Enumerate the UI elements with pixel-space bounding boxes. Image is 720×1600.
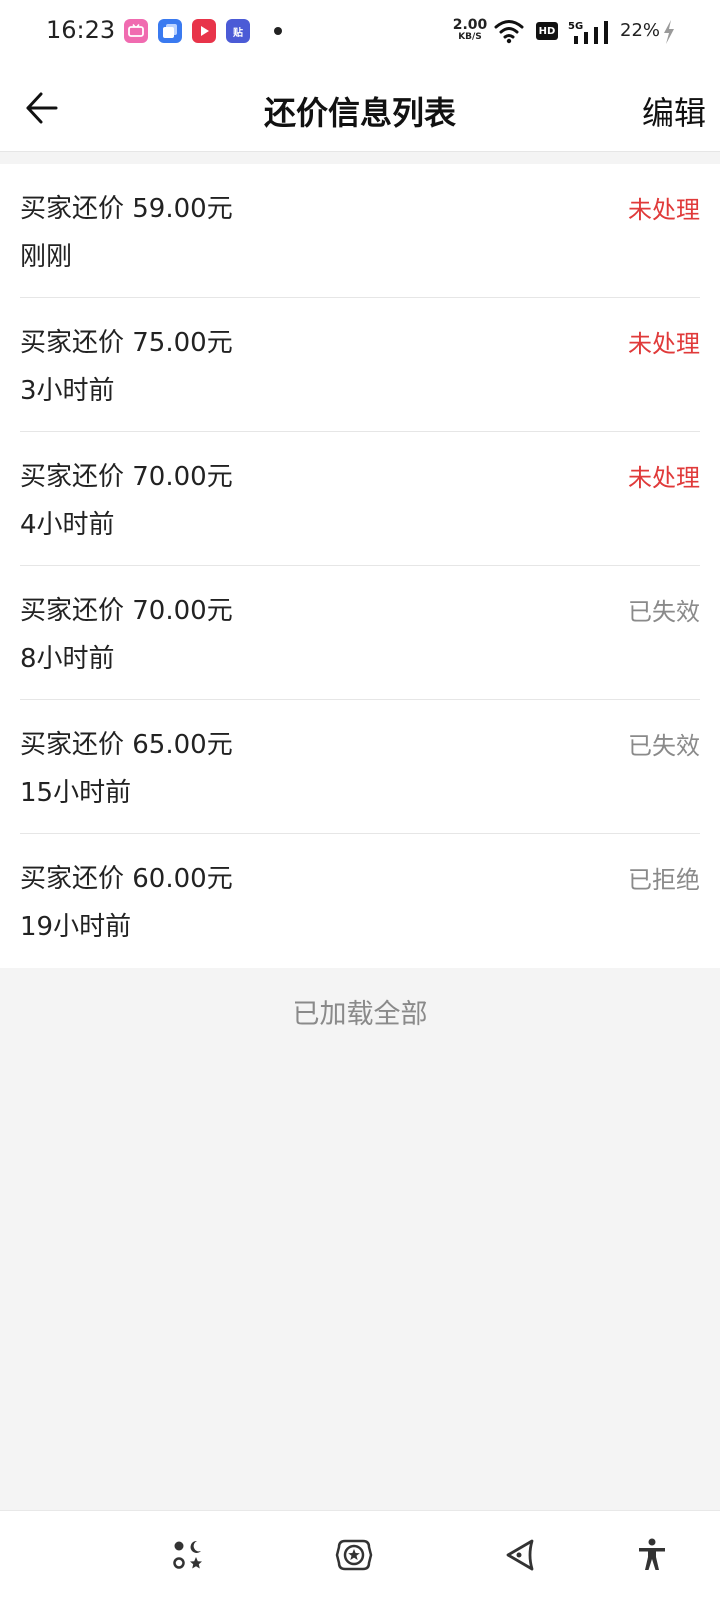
offer-time: 8小时前: [20, 644, 115, 674]
status-badge: 未处理: [628, 196, 700, 224]
status-time: 16:23: [46, 16, 116, 44]
offer-time: 刚刚: [20, 242, 73, 272]
list-item[interactable]: 买家还价 70.00元 8小时前 已失效: [20, 566, 700, 700]
video-app-icon: [192, 19, 216, 43]
status-badge: 已失效: [628, 598, 700, 626]
network-speed: 2.00 KB/S: [452, 17, 488, 42]
status-badge: 未处理: [628, 464, 700, 492]
offer-title: 买家还价 59.00元: [20, 194, 233, 224]
wifi-icon: [494, 18, 524, 48]
bilibili-app-icon: [124, 19, 148, 43]
back-gesture-icon[interactable]: [498, 1533, 542, 1577]
list-item[interactable]: 买家还价 65.00元 15小时前 已失效: [20, 700, 700, 834]
cellular-signal-icon: 5G: [568, 18, 614, 50]
list-item[interactable]: 买家还价 75.00元 3小时前 未处理: [20, 298, 700, 432]
tieba-app-icon: 贴: [226, 19, 250, 43]
status-indicators: 2.00 KB/S HD 5G 22%: [450, 16, 720, 48]
offer-time: 4小时前: [20, 510, 115, 540]
network-type-label: 5G: [568, 21, 583, 32]
edit-button[interactable]: 编辑: [642, 88, 706, 134]
charging-bolt-icon: [662, 19, 676, 49]
accessibility-icon[interactable]: [630, 1533, 674, 1577]
notification-app-icons: 贴: [124, 19, 282, 43]
status-bar: 16:23 贴 2.00 KB/S HD 5G 22%: [0, 0, 720, 64]
hd-voice-badge: HD: [536, 22, 558, 40]
list-item[interactable]: 买家还价 59.00元 刚刚 未处理: [20, 164, 700, 298]
offer-title: 买家还价 70.00元: [20, 462, 233, 492]
theme-mode-icon[interactable]: [166, 1533, 210, 1577]
offer-title: 买家还价 75.00元: [20, 328, 233, 358]
more-notifications-dot: [274, 27, 282, 35]
offer-time: 19小时前: [20, 912, 132, 942]
offer-list: 买家还价 59.00元 刚刚 未处理 买家还价 75.00元 3小时前 未处理 …: [0, 164, 720, 968]
list-item[interactable]: 买家还价 60.00元 19小时前 已拒绝: [20, 834, 700, 968]
multitask-app-icon: [158, 19, 182, 43]
offer-title: 买家还价 65.00元: [20, 730, 233, 760]
list-item[interactable]: 买家还价 70.00元 4小时前 未处理: [20, 432, 700, 566]
loaded-all-text: 已加载全部: [292, 999, 428, 1030]
nav-bar: 还价信息列表 编辑: [0, 64, 720, 152]
floating-ball-icon[interactable]: [332, 1533, 376, 1577]
offer-title: 买家还价 70.00元: [20, 596, 233, 626]
offer-time: 3小时前: [20, 376, 115, 406]
page-title: 还价信息列表: [263, 94, 456, 132]
status-badge: 未处理: [628, 330, 700, 358]
offer-title: 买家还价 60.00元: [20, 864, 233, 894]
battery-level: 22%: [620, 20, 661, 41]
section-gap: [0, 152, 720, 164]
status-badge: 已拒绝: [628, 866, 700, 894]
status-badge: 已失效: [628, 732, 700, 760]
system-toolbar: [0, 1510, 720, 1600]
offer-time: 15小时前: [20, 778, 132, 808]
